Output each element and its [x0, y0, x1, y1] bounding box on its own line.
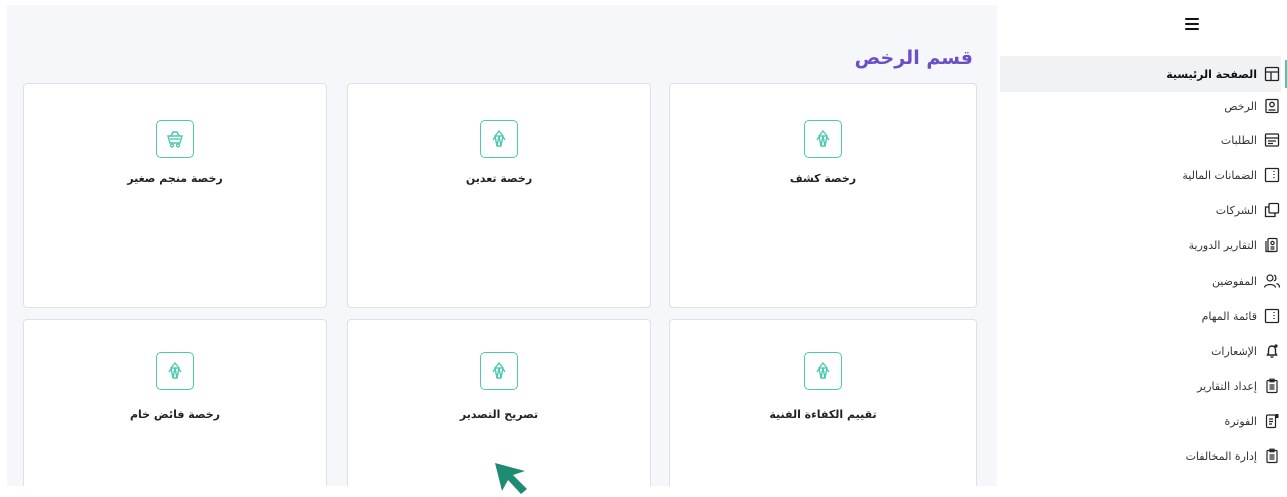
- sidebar-item-requests[interactable]: الطلبات: [1000, 122, 1281, 158]
- sidebar-item-task-list[interactable]: قائمة المهام: [1000, 298, 1281, 334]
- invoice-icon: [1263, 412, 1281, 430]
- card-surplus-ore-license[interactable]: رخصة فائض خام: [23, 319, 327, 486]
- sidebar-item-companies[interactable]: الشركات: [1000, 192, 1281, 228]
- sidebar-item-billing[interactable]: الفوترة: [1000, 403, 1281, 439]
- clipboard-icon: [1263, 377, 1281, 395]
- sidebar-item-licenses[interactable]: الرخص: [1000, 88, 1281, 124]
- page-title: قسم الرخص: [854, 47, 973, 69]
- sidebar-item-label: المفوضين: [1211, 274, 1257, 288]
- gem-icon: [804, 352, 842, 390]
- mine-cart-icon: [156, 120, 194, 158]
- sidebar-item-label: الرخص: [1224, 99, 1257, 113]
- pointer-cursor-icon: [495, 463, 527, 494]
- sidebar-item-violations[interactable]: إدارة المخالفات: [1000, 438, 1281, 474]
- hamburger-menu-icon[interactable]: [1185, 18, 1199, 31]
- sidebar-item-label: إدارة المخالفات: [1185, 449, 1257, 463]
- reports-icon: [1263, 236, 1281, 254]
- card-technical-assessment[interactable]: تقييم الكفاءة الفنية: [669, 319, 977, 486]
- requests-icon: [1263, 131, 1281, 149]
- sidebar-item-notifications[interactable]: الإشعارات: [1000, 333, 1281, 369]
- sidebar-item-label: الشركات: [1215, 203, 1257, 217]
- gem-icon: [804, 120, 842, 158]
- card-title: تقييم الكفاءة الفنية: [769, 408, 877, 421]
- license-icon: [1263, 97, 1281, 115]
- sidebar-item-home[interactable]: الصفحة الرئيسية: [1000, 56, 1287, 92]
- sidebar-item-guarantees[interactable]: الضمانات المالية: [1000, 157, 1281, 193]
- card-exploration-license[interactable]: رخصة كشف: [669, 83, 977, 308]
- companies-icon: [1263, 201, 1281, 219]
- card-mining-license[interactable]: رخصة تعدين: [347, 83, 651, 308]
- sidebar-item-label: الطلبات: [1220, 133, 1257, 147]
- gem-icon: [480, 120, 518, 158]
- layout-icon: [1263, 65, 1281, 83]
- sidebar-item-label: الإشعارات: [1211, 344, 1257, 358]
- card-title: رخصة كشف: [789, 172, 857, 185]
- sidebar: الصفحة الرئيسية الرخص الطلبات الضمانات ا…: [1000, 0, 1287, 486]
- sidebar-item-label: قائمة المهام: [1201, 309, 1257, 323]
- tasks-icon: [1263, 307, 1281, 325]
- card-title: رخصة منجم صغير: [127, 172, 223, 185]
- sidebar-item-label: إعداد التقارير: [1197, 379, 1257, 393]
- bell-icon: [1263, 342, 1281, 360]
- sidebar-item-label: الضمانات المالية: [1182, 168, 1257, 182]
- sidebar-item-label: الصفحة الرئيسية: [1166, 67, 1257, 81]
- guarantees-icon: [1263, 166, 1281, 184]
- card-title: رخصة تعدين: [465, 172, 533, 185]
- sidebar-item-label: الفوترة: [1224, 414, 1257, 428]
- card-title: تصريح التصدير: [459, 408, 539, 421]
- main-content: قسم الرخص رخصة كشف رخصة تعدين رخصة منجم …: [7, 5, 997, 486]
- gem-icon: [156, 352, 194, 390]
- users-icon: [1263, 272, 1281, 290]
- sidebar-item-periodic-reports[interactable]: التقارير الدورية: [1000, 227, 1281, 263]
- gem-icon: [480, 352, 518, 390]
- sidebar-item-delegates[interactable]: المفوضين: [1000, 263, 1281, 299]
- card-small-mine-license[interactable]: رخصة منجم صغير: [23, 83, 327, 308]
- sidebar-item-report-preparation[interactable]: إعداد التقارير: [1000, 368, 1281, 404]
- clipboard-icon: [1263, 447, 1281, 465]
- sidebar-item-label: التقارير الدورية: [1188, 238, 1257, 252]
- card-title: رخصة فائض خام: [129, 408, 221, 421]
